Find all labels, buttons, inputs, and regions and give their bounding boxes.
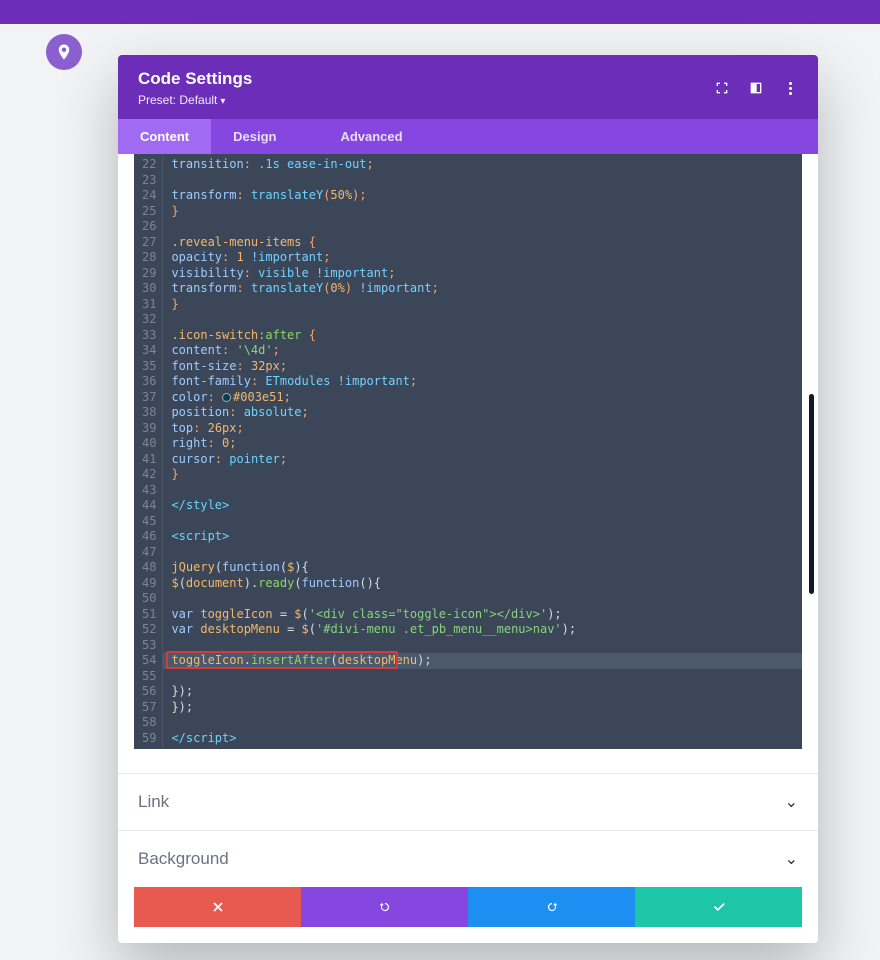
section-background-label: Background	[138, 849, 229, 869]
preset-selector[interactable]: Preset: Default▾	[138, 93, 252, 107]
panel-title: Code Settings	[138, 69, 252, 89]
scrollbar-thumb[interactable]	[809, 394, 814, 594]
panel-tabs: Content Design Advanced	[118, 119, 818, 154]
close-button[interactable]	[134, 887, 301, 927]
preset-label: Preset: Default	[138, 93, 217, 107]
chevron-down-icon: ▾	[220, 96, 225, 107]
tab-content[interactable]: Content	[118, 119, 211, 154]
chevron-down-icon: ⌄	[785, 849, 798, 869]
expand-icon[interactable]	[714, 80, 730, 96]
footer-actions	[134, 887, 802, 927]
undo-button[interactable]	[301, 887, 468, 927]
app-top-bar	[0, 0, 880, 24]
module-badge-icon	[46, 34, 82, 70]
close-icon	[211, 900, 225, 914]
snap-icon[interactable]	[748, 80, 764, 96]
kebab-menu-icon[interactable]	[782, 80, 798, 96]
section-link-label: Link	[138, 792, 169, 812]
save-button[interactable]	[635, 887, 802, 927]
redo-button[interactable]	[468, 887, 635, 927]
check-icon	[712, 900, 726, 914]
code-editor[interactable]: 2223242526272829303132333435363738394041…	[134, 154, 802, 749]
tab-design[interactable]: Design	[211, 119, 298, 154]
line-number-gutter: 2223242526272829303132333435363738394041…	[134, 154, 163, 749]
code-content[interactable]: transition: .1s ease-in-out;transform: t…	[163, 154, 802, 749]
redo-icon	[545, 900, 559, 914]
section-background[interactable]: Background ⌄	[118, 830, 818, 887]
tab-advanced[interactable]: Advanced	[318, 119, 424, 154]
chevron-down-icon: ⌄	[785, 792, 798, 812]
undo-icon	[378, 900, 392, 914]
code-settings-panel: Code Settings Preset: Default▾ Content D…	[118, 55, 818, 943]
section-link[interactable]: Link ⌄	[118, 773, 818, 830]
panel-header: Code Settings Preset: Default▾	[118, 55, 818, 119]
